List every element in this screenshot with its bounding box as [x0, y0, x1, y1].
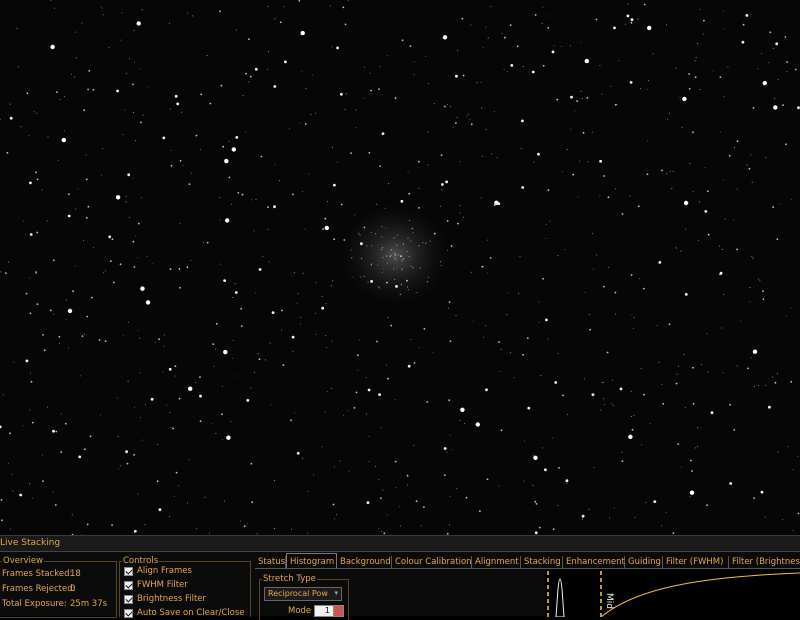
- frames-rejected-row: Frames Rejected: 0: [2, 584, 75, 595]
- overview-group: Overview Frames Stacked: 18 Frames Rejec…: [0, 556, 117, 618]
- auto-save-label: Auto Save on Clear/Close: [137, 608, 245, 618]
- fwhm-filter-checkbox[interactable]: [124, 581, 133, 590]
- frames-stacked-label: Frames Stacked:: [2, 569, 73, 579]
- total-exposure-label: Total Exposure:: [2, 599, 67, 609]
- frames-stacked-row: Frames Stacked: 18: [2, 569, 81, 580]
- spin-down-icon[interactable]: [333, 611, 343, 616]
- tab-histogram[interactable]: Histogram: [286, 553, 337, 569]
- brightness-filter-label: Brightness Filter: [137, 594, 207, 604]
- total-exposure-row: Total Exposure: 25m 37s: [2, 599, 107, 610]
- histogram-tab-content: Stretch Type Reciprocal Pow ▾ Mode 1 Mid: [255, 568, 800, 620]
- brightness-filter-checkbox[interactable]: [124, 595, 133, 604]
- stretch-type-group: Stretch Type Reciprocal Pow ▾ Mode 1: [259, 574, 349, 620]
- live-stacking-panel: Live Stacking Overview Frames Stacked: 1…: [0, 535, 800, 620]
- controls-group: Controls Align Frames FWHM Filter Bright…: [119, 556, 251, 618]
- overview-title: Overview: [2, 556, 45, 566]
- align-frames-label: Align Frames: [137, 566, 192, 576]
- fwhm-filter-label: FWHM Filter: [137, 580, 188, 590]
- mid-marker-label: Mid: [604, 593, 614, 609]
- controls-title: Controls: [122, 556, 160, 566]
- mode-value: 1: [324, 606, 330, 615]
- stretch-type-title: Stretch Type: [262, 574, 317, 584]
- panel-title: Live Stacking: [0, 536, 800, 552]
- align-frames-checkbox[interactable]: [124, 567, 133, 576]
- frames-stacked-value: 18: [70, 569, 81, 579]
- frames-rejected-value: 0: [70, 584, 76, 594]
- total-exposure-value: 25m 37s: [70, 599, 108, 609]
- stacked-image-viewer[interactable]: [0, 0, 800, 535]
- stretch-type-value: Reciprocal Pow: [268, 589, 328, 598]
- auto-save-checkbox[interactable]: [124, 609, 133, 618]
- frames-rejected-label: Frames Rejected:: [2, 584, 76, 594]
- histogram-plot[interactable]: Mid: [545, 569, 800, 617]
- mode-label: Mode: [288, 606, 312, 616]
- star-field-image: [0, 0, 800, 535]
- stretch-type-select[interactable]: Reciprocal Pow ▾: [264, 587, 342, 601]
- mode-spinner[interactable]: 1: [314, 605, 344, 617]
- chevron-down-icon: ▾: [334, 589, 338, 597]
